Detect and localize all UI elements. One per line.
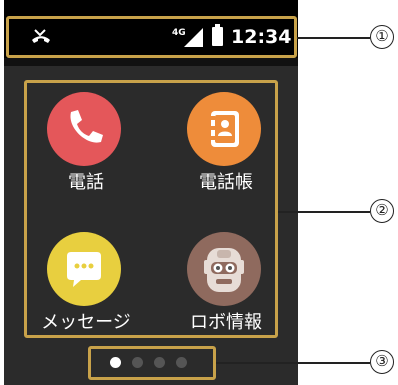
callout-leader-line [216, 362, 370, 364]
callout-number-2: ② [370, 199, 394, 223]
callout-leader-line [278, 211, 370, 213]
app-grid-callout-frame [24, 80, 278, 338]
callout-number-3: ③ [370, 350, 394, 374]
phone-top-edge [4, 0, 298, 16]
status-bar-divider [4, 58, 298, 66]
callout-number-1: ① [370, 25, 394, 49]
callout-leader-line [297, 37, 370, 39]
status-bar-callout-frame [6, 16, 297, 58]
page-indicator-callout-frame [88, 346, 216, 380]
